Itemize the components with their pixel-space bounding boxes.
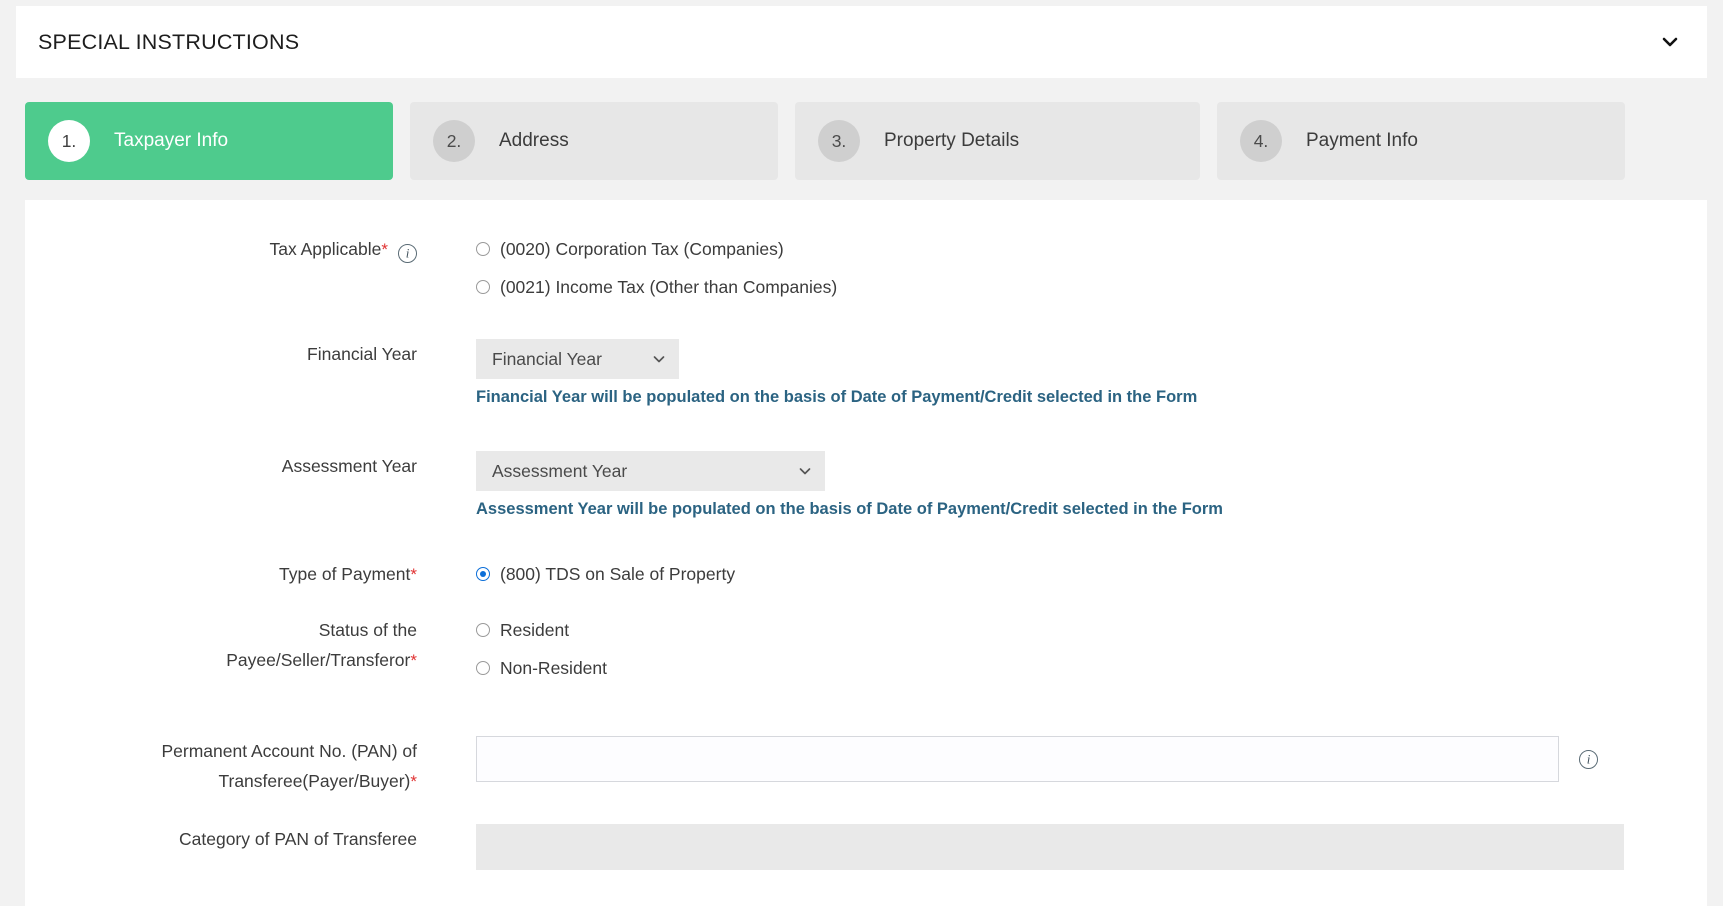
radio-option-income-tax[interactable]: (0021) Income Tax (Other than Companies) [476, 272, 1707, 302]
radio-button[interactable] [476, 567, 490, 581]
label-status-line1: Status of the [318, 620, 417, 640]
tab-number-1: 1. [48, 120, 90, 162]
radio-option-tds-sale-of-property[interactable]: (800) TDS on Sale of Property [476, 559, 1707, 589]
special-instructions-title: SPECIAL INSTRUCTIONS [38, 29, 300, 54]
row-type-of-payment: Type of Payment* (800) TDS on Sale of Pr… [25, 559, 1707, 597]
tab-number-3: 3. [818, 120, 860, 162]
tab-taxpayer-info[interactable]: 1. Taxpayer Info [25, 102, 393, 180]
row-status-of-payee: Status of the Payee/Seller/Transferor* R… [25, 615, 1707, 691]
label-category-of-pan: Category of PAN of Transferee [179, 829, 417, 849]
radio-button[interactable] [476, 242, 490, 256]
tab-label-1: Taxpayer Info [114, 130, 229, 151]
row-tax-applicable: Tax Applicable* i (0020) Corporation Tax … [25, 234, 1707, 310]
tab-label-3: Property Details [884, 130, 1020, 151]
tab-label-2: Address [499, 130, 569, 151]
financial-year-select[interactable]: Financial Year [476, 339, 679, 379]
required-asterisk: * [381, 240, 388, 259]
label-financial-year: Financial Year [307, 344, 417, 364]
required-asterisk: * [410, 651, 417, 670]
row-assessment-year: Assessment Year Assessment Year Assessme… [25, 451, 1707, 519]
tab-number-4: 4. [1240, 120, 1282, 162]
label-full-name-line1: Full Name (Masked) of the [25, 900, 417, 906]
field-full-name-masked: Name and status as per Income Tax Depart… [433, 900, 1707, 906]
assessment-year-help-text: Assessment Year will be populated on the… [476, 500, 1223, 518]
field-pan-transferee: i [433, 736, 1707, 782]
page-root: SPECIAL INSTRUCTIONS 1. Taxpayer Info 2.… [0, 0, 1723, 906]
required-asterisk: * [410, 772, 417, 791]
tab-payment-info[interactable]: 4. Payment Info [1217, 102, 1625, 180]
field-type-of-payment: (800) TDS on Sale of Property [433, 559, 1707, 597]
label-type-of-payment-text: Type of Payment [279, 564, 411, 584]
label-full-name-masked: Full Name (Masked) of the [25, 900, 433, 906]
assessment-year-select[interactable]: Assessment Year [476, 451, 825, 491]
radio-option-corporation-tax[interactable]: (0020) Corporation Tax (Companies) [476, 234, 1707, 264]
label-assessment-year: Assessment Year [281, 456, 417, 476]
financial-year-value: Financial Year [492, 348, 602, 369]
row-category-of-pan: Category of PAN of Transferee [25, 824, 1707, 870]
radio-button[interactable] [476, 280, 490, 294]
label-status-of-payee: Status of the Payee/Seller/Transferor* [25, 615, 433, 676]
chevron-down-icon [651, 351, 667, 367]
label-tax-applicable-text: Tax Applicable [269, 239, 382, 259]
special-instructions-bar[interactable]: SPECIAL INSTRUCTIONS [16, 6, 1707, 78]
radio-button[interactable] [476, 623, 490, 637]
chevron-down-icon [797, 463, 813, 479]
radio-label[interactable]: Resident [500, 620, 569, 641]
field-tax-applicable: (0020) Corporation Tax (Companies) (0021… [433, 234, 1707, 310]
tab-address[interactable]: 2. Address [410, 102, 778, 180]
tab-label-4: Payment Info [1306, 130, 1418, 151]
pan-input-wrap: i [476, 736, 1707, 782]
radio-label[interactable]: (0020) Corporation Tax (Companies) [500, 239, 784, 260]
info-icon[interactable]: i [398, 244, 417, 263]
pan-input[interactable] [476, 736, 1559, 782]
field-status-of-payee: Resident Non-Resident [433, 615, 1707, 691]
row-financial-year: Financial Year Financial Year Financial … [25, 339, 1707, 407]
tab-number-2: 2. [433, 120, 475, 162]
radio-label[interactable]: Non-Resident [500, 658, 607, 679]
radio-label[interactable]: (0021) Income Tax (Other than Companies) [500, 277, 837, 298]
taxpayer-info-form: Tax Applicable* i (0020) Corporation Tax … [25, 200, 1707, 906]
tab-property-details[interactable]: 3. Property Details [795, 102, 1200, 180]
label-status-line2: Payee/Seller/Transferor [226, 650, 411, 670]
label-pan-transferee: Permanent Account No. (PAN) of Transfere… [25, 736, 433, 797]
label-tax-applicable: Tax Applicable* i [25, 234, 433, 265]
row-pan-transferee: Permanent Account No. (PAN) of Transfere… [25, 736, 1707, 797]
chevron-down-icon[interactable] [1657, 29, 1683, 55]
radio-option-non-resident[interactable]: Non-Resident [476, 653, 1707, 683]
radio-label[interactable]: (800) TDS on Sale of Property [500, 564, 735, 585]
field-financial-year: Financial Year Financial Year will be po… [433, 339, 1707, 407]
label-pan-line2: Transferee(Payer/Buyer) [218, 771, 411, 791]
label-type-of-payment: Type of Payment* [25, 559, 433, 590]
row-full-name-masked: Full Name (Masked) of the Name and statu… [25, 900, 1707, 906]
financial-year-help-text: Financial Year will be populated on the … [476, 388, 1198, 406]
radio-button[interactable] [476, 661, 490, 675]
required-asterisk: * [410, 565, 417, 584]
info-icon[interactable]: i [1579, 749, 1598, 769]
label-pan-line1: Permanent Account No. (PAN) of [161, 741, 418, 761]
category-of-pan-value [476, 824, 1624, 870]
field-category-of-pan [433, 824, 1707, 870]
radio-option-resident[interactable]: Resident [476, 615, 1707, 645]
assessment-year-value: Assessment Year [492, 460, 628, 481]
field-assessment-year: Assessment Year Assessment Year will be … [433, 451, 1707, 519]
step-tabs: 1. Taxpayer Info 2. Address 3. Property … [25, 102, 1707, 180]
